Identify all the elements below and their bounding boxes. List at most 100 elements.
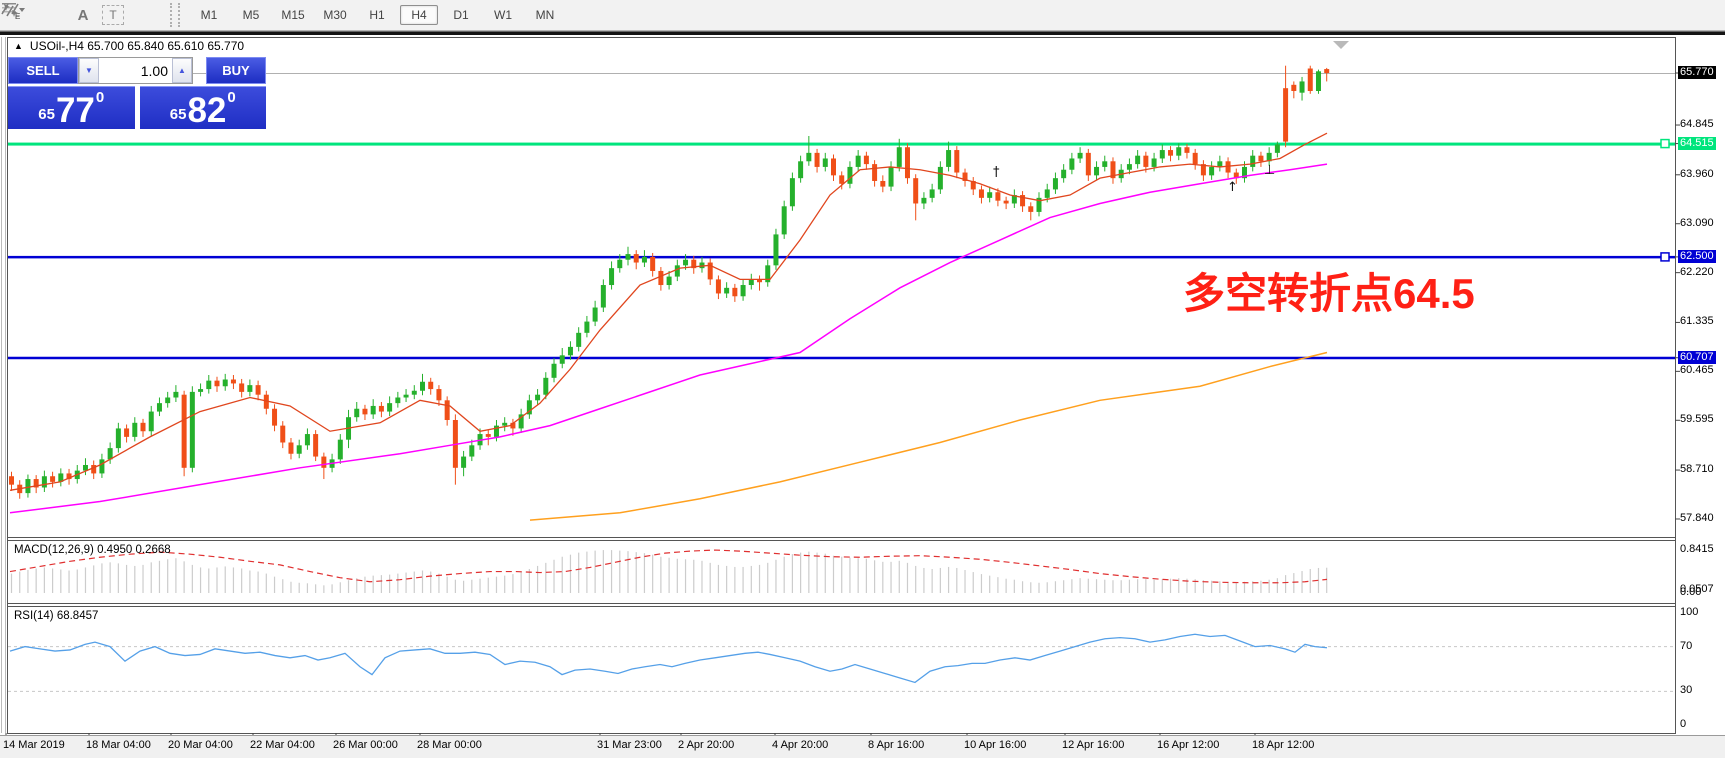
candle — [1176, 147, 1181, 155]
horizontal-line-object[interactable] — [8, 143, 1675, 146]
candle — [1102, 161, 1107, 167]
time-axis-label: 20 Mar 04:00 — [168, 739, 233, 751]
candle — [404, 395, 409, 398]
sell-price-box[interactable]: 65 77 0 — [8, 86, 135, 129]
chart-text-annotation[interactable]: 多空转折点64.5 — [1183, 272, 1475, 316]
price-axis-label: 62.220 — [1680, 266, 1725, 279]
candle — [773, 234, 778, 265]
candle — [626, 254, 631, 260]
candle — [601, 285, 606, 307]
candle — [1078, 153, 1083, 159]
time-axis-label: 12 Apr 16:00 — [1062, 739, 1124, 751]
panel-border — [5, 37, 6, 733]
panel-border — [7, 540, 1676, 541]
horizontal-line-object[interactable] — [8, 357, 1675, 360]
panel-border — [7, 537, 1676, 538]
candle — [839, 175, 844, 183]
candle — [1324, 69, 1329, 73]
candle — [362, 409, 367, 415]
candle — [502, 423, 507, 426]
candle — [1275, 144, 1280, 152]
hline-handle[interactable] — [1661, 140, 1669, 148]
quote-header: ▲ USOil-,H4 65.700 65.840 65.610 65.770 — [14, 39, 244, 53]
candle — [552, 364, 557, 378]
candle — [313, 434, 318, 456]
price-axis-label: 64.515 — [1678, 137, 1716, 150]
sell-price-main: 77 — [56, 96, 95, 126]
candle — [1086, 153, 1091, 175]
candle — [897, 147, 902, 167]
candle — [1143, 156, 1148, 167]
sell-button[interactable]: SELL — [8, 57, 78, 84]
volume-input[interactable] — [99, 58, 172, 83]
price-axis-label: 63.960 — [1680, 168, 1725, 181]
candle — [1258, 156, 1263, 162]
candle — [741, 285, 746, 296]
candle — [815, 153, 820, 167]
candle — [1283, 88, 1288, 141]
candle — [658, 271, 663, 285]
candle — [420, 382, 425, 391]
candle — [593, 308, 598, 322]
candle — [42, 476, 47, 487]
candle — [921, 198, 926, 204]
time-axis-label: 16 Apr 12:00 — [1157, 739, 1219, 751]
price-axis-label: 61.335 — [1680, 315, 1725, 328]
buy-price-box[interactable]: 65 82 0 — [140, 86, 267, 129]
candle — [99, 459, 104, 473]
panel-border — [7, 37, 8, 733]
candle — [584, 322, 589, 333]
candle — [1308, 69, 1313, 91]
candle — [609, 268, 614, 285]
candle — [1028, 206, 1033, 212]
candle — [182, 395, 187, 468]
horizontal-line-object[interactable] — [8, 256, 1675, 258]
rsi-axis-label: 70 — [1680, 640, 1725, 653]
candle — [149, 412, 154, 432]
candle — [157, 403, 162, 411]
quote-collapse-icon[interactable]: ▲ — [14, 41, 23, 51]
candle — [256, 385, 261, 395]
candle — [412, 391, 417, 395]
trade-marker: † — [993, 165, 1000, 180]
candle — [938, 167, 943, 189]
candle — [880, 181, 885, 187]
panel-border — [7, 37, 1676, 38]
volume-increase-button[interactable]: ▲ — [172, 58, 192, 83]
trade-marker: ⊥ — [1264, 163, 1275, 178]
chart-shift-icon[interactable] — [1333, 41, 1349, 49]
candle — [206, 381, 211, 389]
candle — [782, 206, 787, 234]
rsi-label: RSI(14) 68.8457 — [14, 610, 98, 622]
candle — [913, 178, 918, 203]
time-axis-label: 10 Apr 16:00 — [964, 739, 1026, 751]
candle — [124, 428, 129, 436]
time-axis-label: 18 Apr 12:00 — [1252, 739, 1314, 751]
candle — [1168, 150, 1173, 156]
candle — [864, 156, 869, 164]
macd-axis-label: 0.8415 — [1680, 543, 1725, 556]
candle — [847, 167, 852, 184]
candle — [116, 428, 121, 448]
candle — [798, 161, 803, 178]
rsi-axis-label: 100 — [1680, 606, 1725, 619]
candle — [716, 279, 721, 293]
volume-decrease-button[interactable]: ▼ — [79, 58, 99, 83]
candle — [198, 389, 203, 392]
candle — [1217, 161, 1222, 167]
candle — [535, 395, 540, 401]
buy-button[interactable]: BUY — [206, 57, 266, 84]
candle — [954, 150, 959, 172]
time-axis-label: 18 Mar 04:00 — [86, 739, 151, 751]
candle — [831, 158, 836, 175]
quote-line: USOil-,H4 65.700 65.840 65.610 65.770 — [30, 39, 244, 53]
candle — [872, 164, 877, 181]
rsi-axis-label: 0 — [1680, 718, 1725, 731]
candle — [790, 178, 795, 206]
buy-price-sup: 0 — [227, 89, 235, 106]
candle — [823, 158, 828, 166]
candle — [889, 167, 894, 187]
hline-handle[interactable] — [1661, 253, 1669, 261]
candle — [1160, 150, 1165, 158]
trading-terminal: { "toolbar": { "icons": [ {"name":"indic… — [0, 0, 1725, 758]
